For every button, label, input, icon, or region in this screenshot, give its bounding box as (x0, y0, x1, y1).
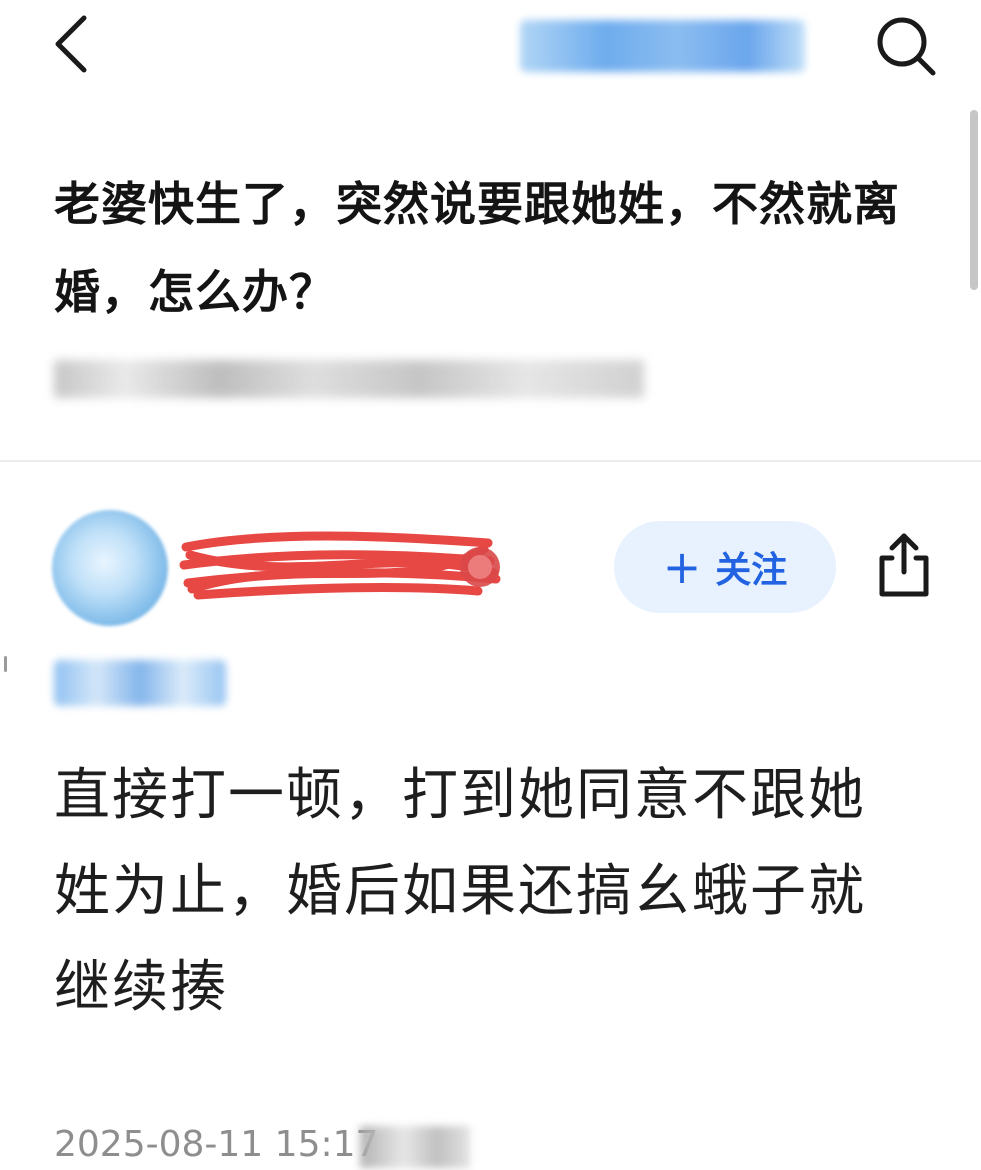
question-title[interactable]: 老婆快生了，突然说要跟她姓，不然就离婚，怎么办？ (54, 160, 934, 336)
blurred-footer-info (360, 1126, 470, 1168)
blurred-author-badge (54, 660, 226, 706)
answer-timestamp: 2025-08-11 15:17 (54, 1124, 379, 1165)
edge-mark (4, 656, 7, 672)
answer-body[interactable]: 直接打一顿，打到她同意不跟她姓为止，婚后如果还搞幺蛾子就继续揍 (54, 748, 914, 1036)
follow-button[interactable]: + 关注 (614, 521, 836, 613)
plus-icon: + (662, 540, 702, 594)
avatar[interactable] (52, 510, 168, 626)
blurred-question-meta (54, 360, 644, 398)
back-chevron-icon[interactable] (48, 12, 96, 76)
redacted-username-scribble (179, 531, 501, 600)
divider (0, 460, 981, 462)
blurred-page-title (520, 20, 805, 72)
scrollbar[interactable] (970, 110, 978, 290)
search-icon[interactable] (872, 12, 938, 78)
share-icon[interactable] (874, 528, 934, 600)
follow-label: 关注 (715, 550, 788, 591)
